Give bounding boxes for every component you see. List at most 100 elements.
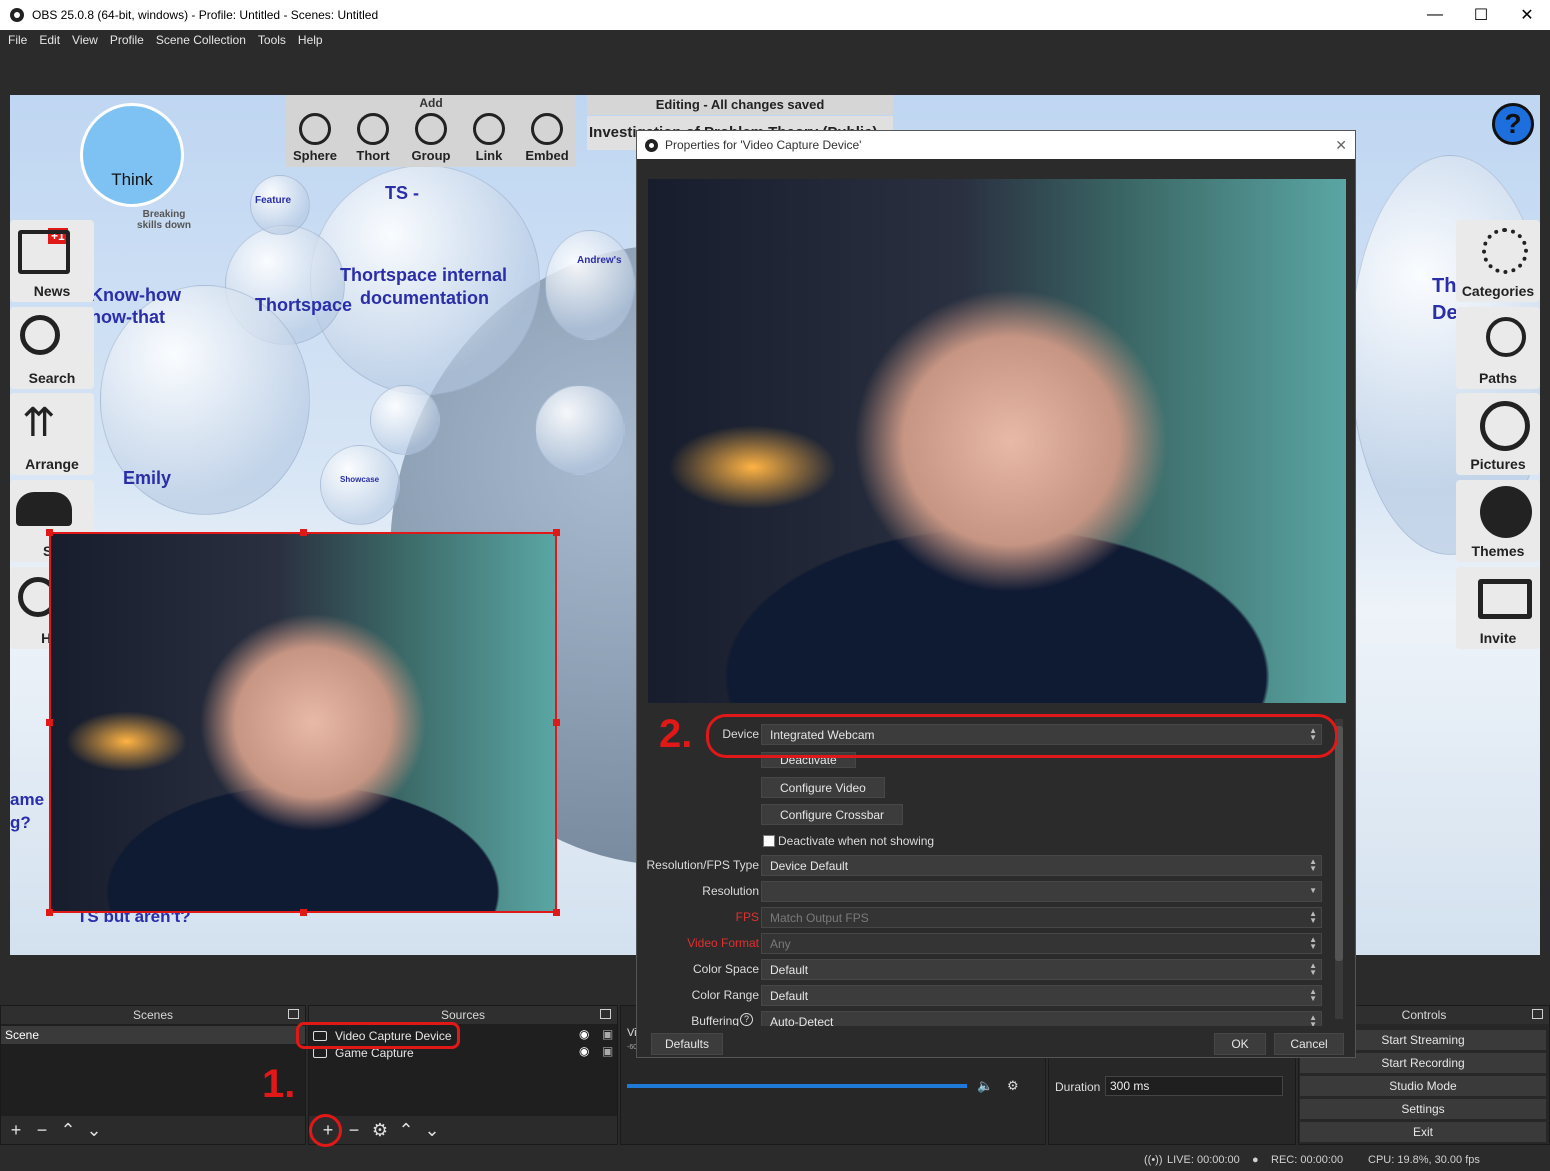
rightbar-pictures[interactable]: Pictures	[1456, 393, 1540, 475]
help-circle-icon[interactable]: ?	[740, 1013, 753, 1026]
menu-profile[interactable]: Profile	[104, 33, 150, 47]
pictures-icon	[1480, 401, 1530, 451]
exit-button[interactable]: Exit	[1300, 1122, 1546, 1142]
move-up-icon[interactable]: ⌃	[397, 1120, 415, 1141]
rightbar-pictures-label: Pictures	[1470, 456, 1526, 472]
resolution-label: Resolution	[702, 884, 759, 898]
configure-video-button[interactable]: Configure Video	[761, 777, 885, 798]
resolution-select[interactable]: ▼	[761, 881, 1322, 902]
resize-handle[interactable]	[46, 909, 53, 916]
color-space-select[interactable]: Default ▲ ▼	[761, 959, 1322, 980]
editing-status: Editing - All changes saved	[587, 95, 893, 115]
menu-help[interactable]: Help	[292, 33, 329, 47]
undock-icon[interactable]	[600, 1009, 611, 1019]
rightbar-paths[interactable]: Paths	[1456, 307, 1540, 389]
spin-arrows-icon: ▲ ▼	[1309, 987, 1317, 1003]
leftbar-search[interactable]: Search	[10, 307, 94, 389]
spin-arrows-icon: ▲ ▼	[1309, 909, 1317, 925]
maximize-button[interactable]: ☐	[1458, 0, 1504, 30]
tool-group[interactable]: Group	[402, 113, 460, 163]
thort-icon	[357, 113, 389, 145]
gear-icon[interactable]: ⚙	[1007, 1078, 1019, 1094]
visibility-eye-icon[interactable]: ◉	[579, 1044, 589, 1058]
scene-item[interactable]: Scene	[1, 1026, 305, 1044]
scenes-title: Scenes	[132, 1008, 174, 1022]
menu-file[interactable]: File	[2, 33, 33, 47]
duration-label: Duration	[1055, 1080, 1101, 1094]
controls-title: Controls	[1401, 1008, 1447, 1022]
visibility-eye-icon[interactable]: ◉	[579, 1027, 589, 1041]
rightbar-themes[interactable]: Themes	[1456, 480, 1540, 562]
group-icon	[415, 113, 447, 145]
ok-button[interactable]: OK	[1214, 1033, 1266, 1055]
menu-view[interactable]: View	[66, 33, 104, 47]
help-icon[interactable]: ?	[1492, 103, 1534, 145]
scenes-header: Scenes	[1, 1006, 305, 1024]
annotation-device-highlight	[706, 714, 1338, 758]
move-down-icon[interactable]: ⌄	[85, 1120, 103, 1141]
volume-icon[interactable]: 🔈	[977, 1078, 993, 1094]
status-bar: ((•)) LIVE: 00:00:00 ● REC: 00:00:00 CPU…	[0, 1150, 1550, 1171]
tool-link[interactable]: Link	[460, 113, 518, 163]
lock-icon[interactable]: ▣	[602, 1044, 613, 1058]
properties-scrollbar-thumb[interactable]	[1335, 726, 1343, 961]
tool-group-label: Group	[411, 148, 451, 163]
resize-handle[interactable]	[46, 529, 53, 536]
add-scene-icon[interactable]: +	[7, 1120, 25, 1141]
close-button[interactable]: ✕	[1504, 0, 1550, 30]
resize-handle[interactable]	[553, 909, 560, 916]
color-space-value: Default	[770, 963, 809, 977]
resize-handle[interactable]	[300, 529, 307, 536]
annotation-add-button-highlight	[309, 1114, 342, 1147]
bubble-label: Emily	[123, 468, 172, 488]
resize-handle[interactable]	[553, 719, 560, 726]
dialog-close-icon[interactable]: ✕	[1335, 137, 1347, 154]
fps-select[interactable]: Match Output FPS ▲ ▼	[761, 907, 1322, 928]
selected-source-bounds[interactable]	[49, 532, 557, 913]
remove-scene-icon[interactable]: −	[33, 1120, 51, 1141]
tool-embed[interactable]: Embed	[518, 113, 576, 163]
menu-scene-collection[interactable]: Scene Collection	[150, 33, 252, 47]
move-down-icon[interactable]: ⌄	[423, 1120, 441, 1141]
buffering-select[interactable]: Auto-Detect ▲ ▼	[761, 1011, 1322, 1026]
configure-crossbar-button[interactable]: Configure Crossbar	[761, 804, 904, 825]
rightbar-invite[interactable]: Invite	[1456, 567, 1540, 649]
cancel-button[interactable]: Cancel	[1274, 1033, 1344, 1055]
rightbar-categories[interactable]: Categories	[1456, 220, 1540, 302]
move-up-icon[interactable]: ⌃	[59, 1120, 77, 1141]
deactivate-when-not-showing-checkbox[interactable]	[763, 835, 775, 847]
rec-icon: ●	[1252, 1154, 1259, 1166]
tool-sphere[interactable]: Sphere	[286, 113, 344, 163]
minimize-button[interactable]: —	[1412, 0, 1458, 30]
leftbar-arrange[interactable]: ⇈ Arrange	[10, 393, 94, 475]
undock-icon[interactable]	[1532, 1009, 1543, 1019]
resfps-select[interactable]: Device Default ▲ ▼	[761, 855, 1322, 876]
think-button[interactable]: Think	[80, 103, 184, 207]
remove-source-icon[interactable]: −	[345, 1120, 363, 1141]
bubble-label: Thortspace internal	[340, 265, 508, 285]
resize-handle[interactable]	[300, 909, 307, 916]
resize-handle[interactable]	[553, 529, 560, 536]
tool-thort[interactable]: Thort	[344, 113, 402, 163]
bubble-label: Showcase	[340, 475, 380, 484]
add-toolbar: Add Sphere Thort Group Link Embed	[286, 95, 576, 167]
lock-icon[interactable]: ▣	[602, 1027, 613, 1041]
color-range-select[interactable]: Default ▲ ▼	[761, 985, 1322, 1006]
menu-bar: File Edit View Profile Scene Collection …	[0, 30, 1550, 50]
menu-tools[interactable]: Tools	[252, 33, 292, 47]
gear-icon[interactable]: ⚙	[371, 1120, 389, 1141]
leftbar-news[interactable]: +1 News	[10, 220, 94, 302]
spin-arrows-icon: ▲ ▼	[1309, 935, 1317, 951]
video-format-select[interactable]: Any ▲ ▼	[761, 933, 1322, 954]
duration-input[interactable]: 300 ms	[1105, 1076, 1283, 1096]
undock-icon[interactable]	[288, 1009, 299, 1019]
volume-slider[interactable]	[627, 1084, 967, 1088]
bubble	[370, 385, 440, 455]
settings-button[interactable]: Settings	[1300, 1099, 1546, 1119]
obs-logo-icon	[645, 138, 658, 152]
studio-mode-button[interactable]: Studio Mode	[1300, 1076, 1546, 1096]
categories-icon	[1482, 228, 1528, 274]
defaults-button[interactable]: Defaults	[651, 1033, 723, 1055]
menu-edit[interactable]: Edit	[33, 33, 66, 47]
resize-handle[interactable]	[46, 719, 53, 726]
